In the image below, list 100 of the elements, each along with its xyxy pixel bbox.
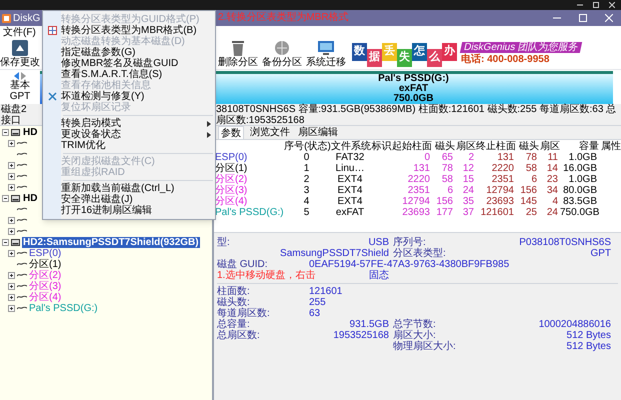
partition-segment[interactable]: Pal's PSSD(G:) exFAT 750.0GB xyxy=(214,74,613,104)
collapse-icon[interactable] xyxy=(2,195,9,202)
table-cell-text: 6 xyxy=(446,185,454,196)
table-cell-text: 2 xyxy=(467,152,475,163)
menu-item[interactable]: TRIM优化 xyxy=(43,140,215,151)
menu-item[interactable]: 打开16进制扇区编辑 xyxy=(43,205,215,216)
table-cell-text: 4 xyxy=(302,196,310,207)
table-cell-text: 0 xyxy=(423,152,431,163)
expand-icon[interactable] xyxy=(8,184,15,191)
field-value: GPT xyxy=(590,248,611,259)
disk-tree-item[interactable]: HD xyxy=(22,193,38,204)
banner-tile: 丢 xyxy=(382,42,397,60)
column-header[interactable]: 扇区 xyxy=(539,140,560,152)
table-cell-text: 分区(2) xyxy=(214,174,248,185)
table-cell-text: 80.0GB xyxy=(562,185,598,196)
table-icon xyxy=(48,26,56,35)
expand-icon[interactable] xyxy=(8,272,15,279)
table-cell-text: 2220 xyxy=(406,174,431,185)
collapse-icon[interactable] xyxy=(2,239,9,246)
collapse-icon[interactable] xyxy=(2,129,9,136)
table-cell-text: 11 xyxy=(546,152,559,163)
menu-item[interactable]: 转换分区表类型为MBR格式(B) xyxy=(43,25,215,36)
right-arrow-icon[interactable] xyxy=(21,72,26,80)
expand-icon[interactable] xyxy=(8,305,15,312)
expand-icon[interactable] xyxy=(8,173,15,180)
table-cell-text: 78 xyxy=(440,163,454,174)
partition-name: Pal's PSSD(G:) xyxy=(378,74,449,84)
partition-tree-item[interactable]: 分区(2) xyxy=(29,270,62,281)
toolbar-button[interactable]: 保存更改 xyxy=(0,38,40,70)
field-label: 磁盘 GUID: xyxy=(217,259,269,270)
expand-icon[interactable] xyxy=(8,140,15,147)
menu-item[interactable]: 修改MBR签名及磁盘GUID xyxy=(43,58,215,69)
minimize-icon[interactable] xyxy=(577,2,583,8)
tab[interactable]: 浏览文件 xyxy=(248,126,292,139)
field-value: 512 Bytes xyxy=(566,330,611,341)
expand-icon[interactable] xyxy=(8,217,15,224)
expand-icon[interactable] xyxy=(8,250,15,257)
column-header[interactable]: 终止柱面 xyxy=(476,140,516,152)
toolbar-button[interactable]: 删除分区 xyxy=(216,38,260,70)
table-cell-text: 2351 xyxy=(490,174,515,185)
monitor-icon xyxy=(317,39,335,57)
table-cell-text: 177 xyxy=(435,207,454,218)
column-header[interactable]: 序号(状态) xyxy=(284,140,331,152)
close-icon[interactable] xyxy=(609,2,615,8)
tab[interactable]: 参数 xyxy=(218,126,244,139)
expand-icon[interactable] xyxy=(8,294,15,301)
menu-item[interactable]: 指定磁盘参数(G) xyxy=(43,47,215,58)
menu-item[interactable]: 坏道检测与修复(Y) xyxy=(43,91,215,102)
column-header[interactable]: 属性 xyxy=(599,140,619,152)
app-icon xyxy=(2,14,11,22)
disk-type-text: 基本 xyxy=(10,80,30,91)
column-header[interactable]: 容量 xyxy=(560,140,599,152)
field-label: 型: xyxy=(217,237,231,248)
menu-item[interactable]: 重新加载当前磁盘(Ctrl_L) xyxy=(43,183,215,194)
banner-slogan: DiskGenius 团队为您服务 xyxy=(460,42,582,53)
table-cell: Pal's PSSD(G:) xyxy=(214,207,284,218)
column-header[interactable]: 标识 xyxy=(371,140,392,152)
table-cell-text: 83.5GB xyxy=(562,196,598,207)
table-cell-text: 6 xyxy=(530,174,538,185)
disk-tree-item[interactable]: HD2:SamsungPSSDT7Shield(932GB) xyxy=(22,237,200,248)
field-value: SamsungPSSDT7Shield xyxy=(280,248,389,259)
table-cell-text: 121601 xyxy=(480,207,515,218)
disk-tree-item[interactable]: HD xyxy=(22,127,38,138)
menu-item[interactable]: 更改设备状态 xyxy=(43,129,215,140)
field-label: 扇区大小: xyxy=(392,330,436,341)
table-cell-text: 12 xyxy=(462,163,475,174)
table-cell-text: 37 xyxy=(462,207,475,218)
column-header[interactable]: 磁头 xyxy=(432,140,455,152)
table-cell-text: 14 xyxy=(546,163,559,174)
field-value: 1953525168 xyxy=(333,330,389,341)
field-value: P038108T0SNHS6S xyxy=(519,237,611,248)
menu-item[interactable]: 查看S.M.A.R.T.信息(S) xyxy=(43,69,215,80)
toolbar-button[interactable]: 系统迁移 xyxy=(304,38,348,70)
toolbar-button[interactable]: 备份分区 xyxy=(260,38,304,70)
table-cell-text: 156 xyxy=(435,196,454,207)
table-cell-text: 65 xyxy=(440,152,454,163)
partition-tree-item[interactable]: 分区(3) xyxy=(29,281,62,292)
partition-tree-item[interactable]: ESP(0) xyxy=(29,248,62,259)
partition-tree-item[interactable]: 分区(1) xyxy=(29,259,62,270)
table-cell-text: 23 xyxy=(546,174,559,185)
table-cell-text: 0 xyxy=(302,152,310,163)
partition-tree-item[interactable]: 分区(4) xyxy=(29,292,62,303)
expand-icon[interactable] xyxy=(8,228,15,235)
table-cell-text: exFAT xyxy=(334,207,366,218)
table-cell-text: 12794 xyxy=(485,185,515,196)
table-cell-text: 3 xyxy=(302,185,310,196)
expand-icon[interactable] xyxy=(8,162,15,169)
column-header[interactable]: 磁头 xyxy=(516,140,539,152)
field-value: 固态 xyxy=(369,270,389,281)
expand-icon[interactable] xyxy=(8,283,15,290)
menu-item[interactable]: 安全弹出磁盘(J) xyxy=(43,194,215,205)
column-header[interactable]: 起始柱面 xyxy=(392,140,432,152)
table-cell-text: 24 xyxy=(546,207,559,218)
tab[interactable]: 扇区编辑 xyxy=(296,126,340,139)
column-header[interactable]: 扇区 xyxy=(455,140,476,152)
column-header[interactable]: 文件系统 xyxy=(331,140,371,152)
field-value: 121601 xyxy=(308,286,344,297)
menu-item[interactable]: 转换启动模式 xyxy=(43,118,215,129)
left-arrow-icon[interactable] xyxy=(14,72,19,80)
menu-item[interactable]: 文件(F) xyxy=(0,26,39,38)
